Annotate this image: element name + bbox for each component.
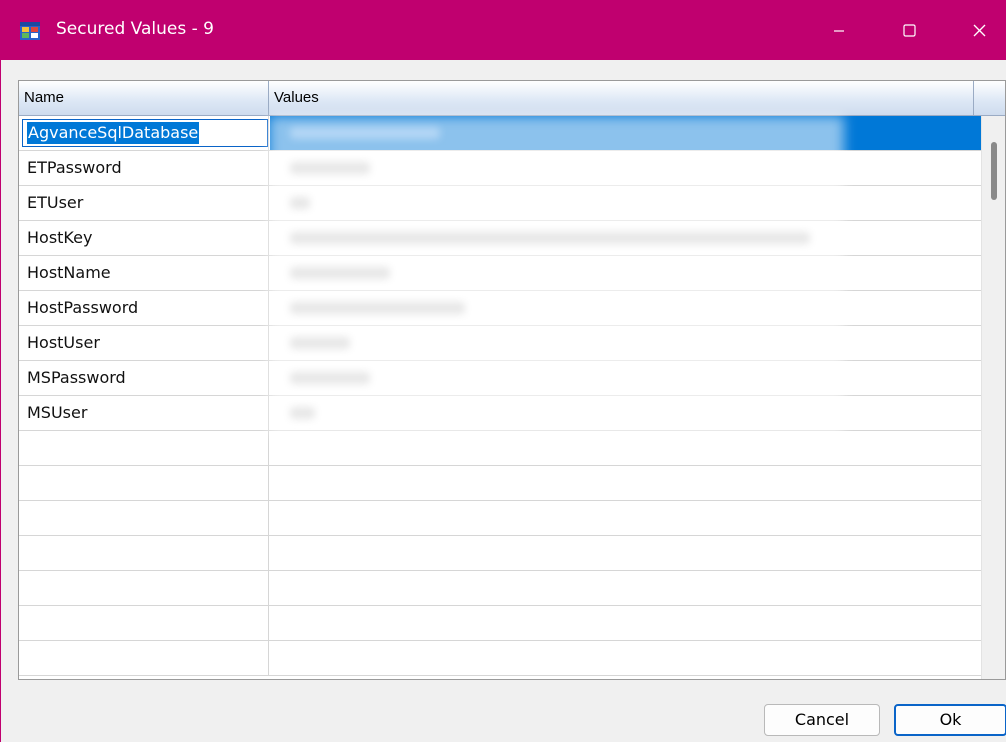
- title-bar[interactable]: Secured Values - 9: [1, 0, 1006, 60]
- empty-cell: [19, 431, 269, 465]
- name-cell[interactable]: HostName: [19, 256, 269, 290]
- empty-row: [19, 571, 981, 606]
- empty-row: [19, 501, 981, 536]
- app-icon: [20, 22, 40, 40]
- secured-values-grid[interactable]: Name Values AgvanceSqlDatabase ETPasswor…: [18, 80, 1006, 680]
- empty-cell: [19, 571, 269, 605]
- empty-cell: [19, 606, 269, 640]
- name-cell[interactable]: MSPassword: [19, 361, 269, 395]
- name-cell[interactable]: ETPassword: [19, 151, 269, 185]
- grid-header: Name Values: [19, 81, 1005, 116]
- empty-row: [19, 536, 981, 571]
- empty-row: [19, 641, 981, 676]
- empty-row: [19, 606, 981, 641]
- maximize-button[interactable]: [879, 0, 939, 60]
- close-button[interactable]: [949, 0, 1006, 60]
- cancel-button[interactable]: Cancel: [764, 704, 880, 736]
- name-cell[interactable]: MSUser: [19, 396, 269, 430]
- name-cell[interactable]: AgvanceSqlDatabase: [19, 116, 269, 150]
- redaction-overlay: [269, 116, 844, 436]
- selected-name-text: AgvanceSqlDatabase: [27, 122, 200, 144]
- maximize-icon: [903, 24, 916, 37]
- close-icon: [973, 24, 986, 37]
- empty-cell: [19, 536, 269, 570]
- scrollbar-thumb[interactable]: [991, 142, 997, 200]
- ok-button[interactable]: Ok: [894, 704, 1006, 736]
- secured-values-window: Secured Values - 9 Name Values AgvanceSq…: [0, 0, 1006, 742]
- empty-cell: [19, 641, 269, 675]
- window-title: Secured Values - 9: [56, 19, 214, 39]
- column-header-name[interactable]: Name: [19, 81, 269, 115]
- empty-row: [19, 431, 981, 466]
- name-cell[interactable]: ETUser: [19, 186, 269, 220]
- empty-row: [19, 466, 981, 501]
- minimize-icon: [834, 30, 844, 32]
- minimize-button[interactable]: [809, 0, 869, 60]
- name-cell[interactable]: HostPassword: [19, 291, 269, 325]
- name-cell[interactable]: HostKey: [19, 221, 269, 255]
- empty-cell: [19, 466, 269, 500]
- name-cell[interactable]: HostUser: [19, 326, 269, 360]
- vertical-scrollbar[interactable]: [981, 116, 1005, 679]
- column-header-values[interactable]: Values: [269, 81, 974, 115]
- name-edit-field[interactable]: AgvanceSqlDatabase: [22, 119, 268, 147]
- empty-cell: [19, 501, 269, 535]
